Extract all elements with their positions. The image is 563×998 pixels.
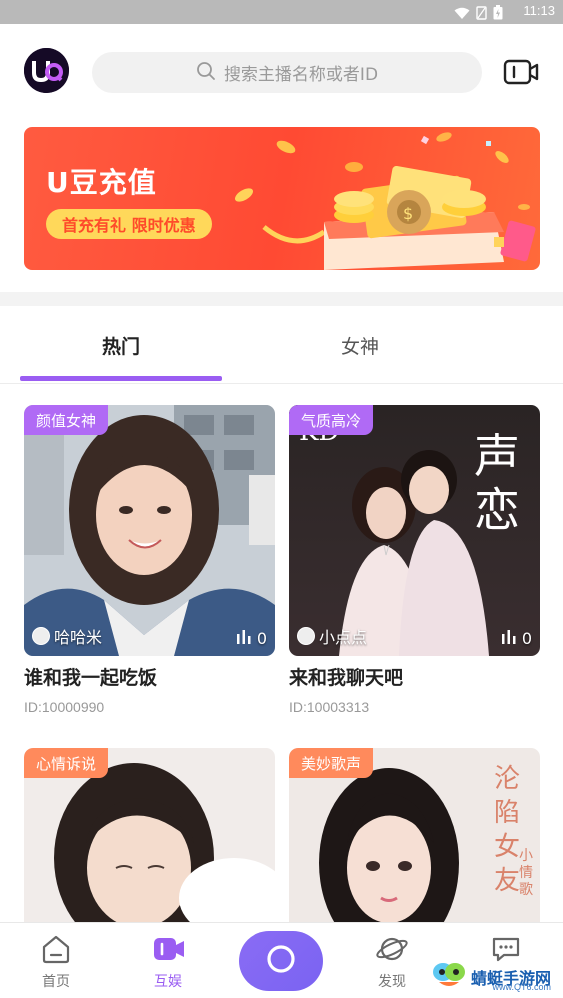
tab-hot[interactable]: 热门 xyxy=(20,306,222,384)
room-card[interactable]: 颜值女神 哈哈米 0 谁和我一起吃饭 ID:10000990 xyxy=(24,405,275,725)
banner-title: U豆充值 xyxy=(46,166,157,199)
sim-icon xyxy=(476,5,487,24)
nav-label: 首页 xyxy=(42,974,70,990)
record-button[interactable] xyxy=(239,931,323,991)
host-avatar xyxy=(297,627,315,645)
search-placeholder: 搜索主播名称或者ID xyxy=(223,65,379,85)
card-tag: 美妙歌声 xyxy=(289,748,374,778)
category-tabs: 热门 女神 xyxy=(0,306,563,384)
nav-label: 互娱 xyxy=(154,974,182,990)
svg-text:$: $ xyxy=(403,204,413,223)
card-tag: 气质高冷 xyxy=(289,405,374,435)
section-divider xyxy=(0,292,563,306)
status-time: 11:13 xyxy=(523,3,555,18)
host-info: 小点点 xyxy=(297,624,367,648)
room-title: 谁和我一起吃饭 xyxy=(24,667,158,689)
room-card[interactable]: 心情诉说 xyxy=(24,748,275,923)
listener-count: 0 xyxy=(236,629,267,648)
watermark-url: www.QT6.com xyxy=(492,982,551,992)
nav-entertainment[interactable]: 互娱 xyxy=(128,923,208,998)
room-cover[interactable]: 沦陷女友 小情歌 美妙歌声 xyxy=(289,748,540,923)
bars-icon xyxy=(236,629,252,648)
status-icons xyxy=(454,5,503,24)
tab-goddess[interactable]: 女神 xyxy=(260,306,460,384)
host-name: 小点点 xyxy=(319,628,368,647)
room-card[interactable]: 沦陷女友 小情歌 美妙歌声 xyxy=(289,748,540,923)
wifi-icon xyxy=(454,5,470,24)
room-cover[interactable]: 心情诉说 xyxy=(24,748,275,923)
room-cover[interactable]: KD 声恋 气质高冷 小点点 0 xyxy=(289,405,540,656)
battery-icon xyxy=(493,5,503,24)
live-icon xyxy=(152,933,184,965)
header: 搜索主播名称或者ID xyxy=(0,24,563,119)
app-logo[interactable] xyxy=(24,48,69,93)
dragonfly-logo-icon xyxy=(431,960,467,994)
count-value: 0 xyxy=(256,629,267,648)
host-info: 哈哈米 xyxy=(32,624,102,648)
card-tag: 颜值女神 xyxy=(24,405,109,435)
recharge-banner[interactable]: $ U豆充值 首充有礼 限时优惠 xyxy=(24,127,540,270)
cover-overlay-small: 小情歌 xyxy=(519,848,533,898)
camera-icon[interactable] xyxy=(503,58,539,86)
active-tab-indicator xyxy=(20,376,222,381)
nav-discover[interactable]: 发现 xyxy=(352,923,432,998)
count-value: 0 xyxy=(521,629,532,648)
listener-count: 0 xyxy=(501,629,532,648)
bars-icon xyxy=(501,629,517,648)
host-name: 哈哈米 xyxy=(54,628,103,647)
cover-photo xyxy=(24,405,275,656)
room-card[interactable]: KD 声恋 气质高冷 小点点 0 来和我聊天吧 ID:10003313 xyxy=(289,405,540,725)
banner-promo-text: 首充有礼 限时优惠 xyxy=(62,216,196,235)
room-title: 来和我聊天吧 xyxy=(289,667,404,689)
cover-overlay-text: 声恋 xyxy=(474,429,520,537)
search-input[interactable]: 搜索主播名称或者ID xyxy=(92,52,482,93)
room-id: ID:10000990 xyxy=(24,699,105,715)
search-icon xyxy=(196,61,216,85)
banner-promo-pill[interactable]: 首充有礼 限时优惠 xyxy=(46,209,212,239)
card-tag: 心情诉说 xyxy=(24,748,109,778)
room-cover[interactable]: 颜值女神 哈哈米 0 xyxy=(24,405,275,656)
host-avatar xyxy=(32,627,50,645)
nav-label: 发现 xyxy=(378,974,406,990)
room-id: ID:10003313 xyxy=(289,699,370,715)
status-bar: 11:13 xyxy=(0,0,563,24)
nav-home[interactable]: 首页 xyxy=(16,923,96,998)
home-icon xyxy=(40,933,72,965)
planet-icon xyxy=(376,933,408,965)
record-icon xyxy=(265,943,297,979)
